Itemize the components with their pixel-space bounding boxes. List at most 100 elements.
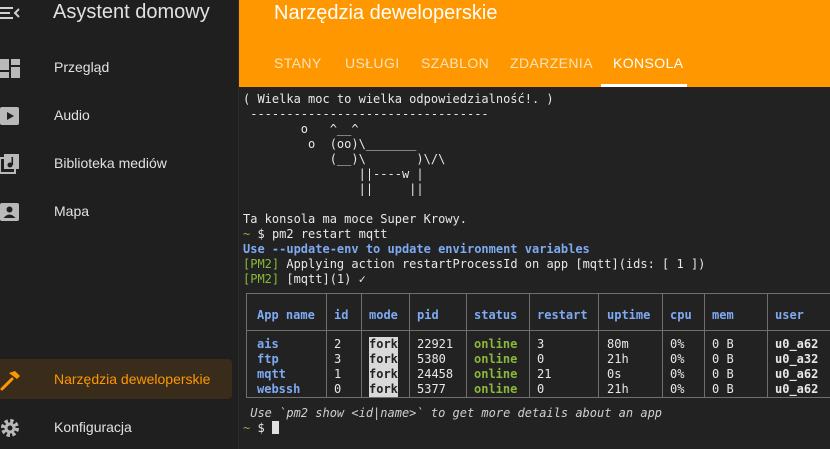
table-header: mode (369, 308, 398, 322)
pm2-output-line: [PM2] [mqtt](1) ✓ (243, 272, 366, 287)
sidebar-item-label: Biblioteka mediów (54, 155, 167, 171)
pm2-output-text: [mqtt](1) ✓ (286, 272, 366, 286)
music-library-icon (0, 154, 19, 174)
table-cell: mqtt (257, 367, 286, 381)
cowsay-line: ||----w | (243, 167, 424, 181)
table-cell: fork (369, 337, 398, 352)
sidebar-item-map[interactable]: Mapa (0, 191, 232, 231)
cowsay-line: (__)\ )\/\ (243, 152, 446, 166)
tab-events[interactable]: ZDARZENIA (510, 55, 593, 71)
table-cell: ftp (257, 352, 279, 366)
table-cell: 0 (334, 382, 342, 396)
prompt-symbol: ~ (243, 227, 251, 241)
table-divider (662, 294, 663, 397)
table-divider (598, 294, 599, 397)
table-cell: 0 B (712, 352, 734, 366)
sidebar-item-overview[interactable]: Przegląd (0, 47, 232, 87)
sidebar-item-developer-tools[interactable]: Narzędzia deweloperskie (0, 359, 232, 399)
sidebar-item-audio[interactable]: Audio (0, 95, 232, 135)
table-cell: u0_a32 (775, 352, 819, 366)
sidebar-item-media[interactable]: Biblioteka mediów (0, 143, 232, 183)
table-cell: 0s (607, 367, 622, 381)
terminal-console[interactable]: ( Wielka moc to wielka odpowiedzialność!… (239, 87, 830, 449)
table-cell: ais (257, 337, 279, 351)
table-cell: 0% (670, 367, 685, 381)
hammer-icon (0, 371, 20, 391)
pm2-output-line: [PM2] Applying action restartProcessId o… (243, 257, 705, 272)
table-cell: online (474, 367, 518, 381)
cowsay-line: o (oo)\_______ (243, 137, 417, 151)
table-header: pid (417, 308, 439, 322)
table-cell: u0_a62 (775, 382, 819, 396)
table-cell: 1 (334, 367, 342, 381)
app-header: Narzędzia deweloperskie STANY USŁUGI SZA… (239, 0, 830, 87)
table-cell: 2 (334, 337, 342, 351)
table-cell: 21h (607, 382, 629, 396)
table-header: mem (712, 308, 734, 322)
table-cell: online (474, 352, 518, 366)
cowsay-line: ( Wielka moc to wielka odpowiedzialność!… (243, 92, 554, 106)
sidebar-item-settings[interactable]: Konfiguracja (0, 407, 232, 447)
table-cell: 3 (334, 352, 342, 366)
tab-template[interactable]: SZABLON (421, 55, 489, 71)
table-cell: u0_a62 (775, 367, 819, 381)
table-divider (466, 294, 467, 397)
app-title: Asystent domowy (53, 1, 210, 23)
table-cell: online (474, 337, 518, 351)
tab-states[interactable]: STANY (274, 55, 322, 71)
table-divider (704, 294, 705, 397)
table-header: status (474, 308, 518, 322)
tab-console[interactable]: KONSOLA (613, 55, 684, 71)
account-box-icon (0, 203, 19, 221)
pm2-process-table: App name id mode pid status restart upti… (246, 293, 830, 398)
table-cell: webssh (257, 382, 301, 396)
table-cell: 24458 (417, 367, 454, 381)
sidebar-item-label: Konfiguracja (54, 419, 132, 435)
table-cell: 80m (607, 337, 629, 351)
table-cell: 21 (537, 367, 552, 381)
table-cell: 5377 (417, 382, 446, 396)
dashboard-icon (0, 59, 20, 78)
table-cell: 0% (670, 382, 685, 396)
page-title: Narzędzia deweloperskie (274, 2, 498, 24)
table-cell: 0 B (712, 367, 734, 381)
motd-line: Ta konsola ma moce Super Krowy. (243, 212, 467, 226)
cowsay-line: o ^__^ (243, 122, 359, 136)
table-header: user (775, 308, 804, 322)
input-prompt-line[interactable]: ~ $ (243, 421, 279, 436)
play-box-icon (0, 107, 19, 125)
table-cell: fork (369, 382, 398, 397)
tab-services[interactable]: USŁUGI (345, 55, 400, 71)
table-divider (326, 294, 327, 397)
warning-line: Use --update-env to update environment v… (243, 242, 590, 256)
prompt-dollar: $ (257, 421, 265, 435)
pm2-tag: [PM2] (243, 272, 280, 286)
table-cell: fork (369, 352, 398, 367)
table-divider (529, 294, 530, 397)
sidebar: Asystent domowy Przegląd Audio Bibliotek… (0, 0, 239, 449)
table-cell: 22921 (417, 337, 454, 351)
table-cell: 0% (670, 352, 685, 366)
table-cell: 21h (607, 352, 629, 366)
table-divider (247, 330, 830, 331)
table-cell: 3 (537, 337, 545, 351)
pm2-tag: [PM2] (243, 257, 280, 271)
table-divider (767, 294, 768, 397)
cowsay-line: || || (243, 182, 424, 196)
table-divider (361, 294, 362, 397)
command-line: ~ $ pm2 restart mqtt (243, 227, 388, 242)
command-text: pm2 restart mqtt (271, 227, 388, 241)
text-cursor (271, 421, 279, 434)
table-cell: 0 (537, 352, 545, 366)
table-header: uptime (607, 308, 651, 322)
pm2-output-text: Applying action restartProcessId on app … (286, 257, 706, 271)
sidebar-item-label: Przegląd (54, 59, 110, 75)
sidebar-item-label: Audio (54, 107, 90, 123)
table-cell: 0 B (712, 337, 734, 351)
table-header: id (334, 308, 349, 322)
table-divider (409, 294, 410, 397)
menu-collapse-icon[interactable] (0, 4, 20, 22)
pm2-hint-line: Use `pm2 show <id|name>` to get more det… (243, 406, 663, 420)
table-cell: 5380 (417, 352, 446, 366)
sidebar-item-label: Narzędzia deweloperskie (54, 371, 211, 387)
